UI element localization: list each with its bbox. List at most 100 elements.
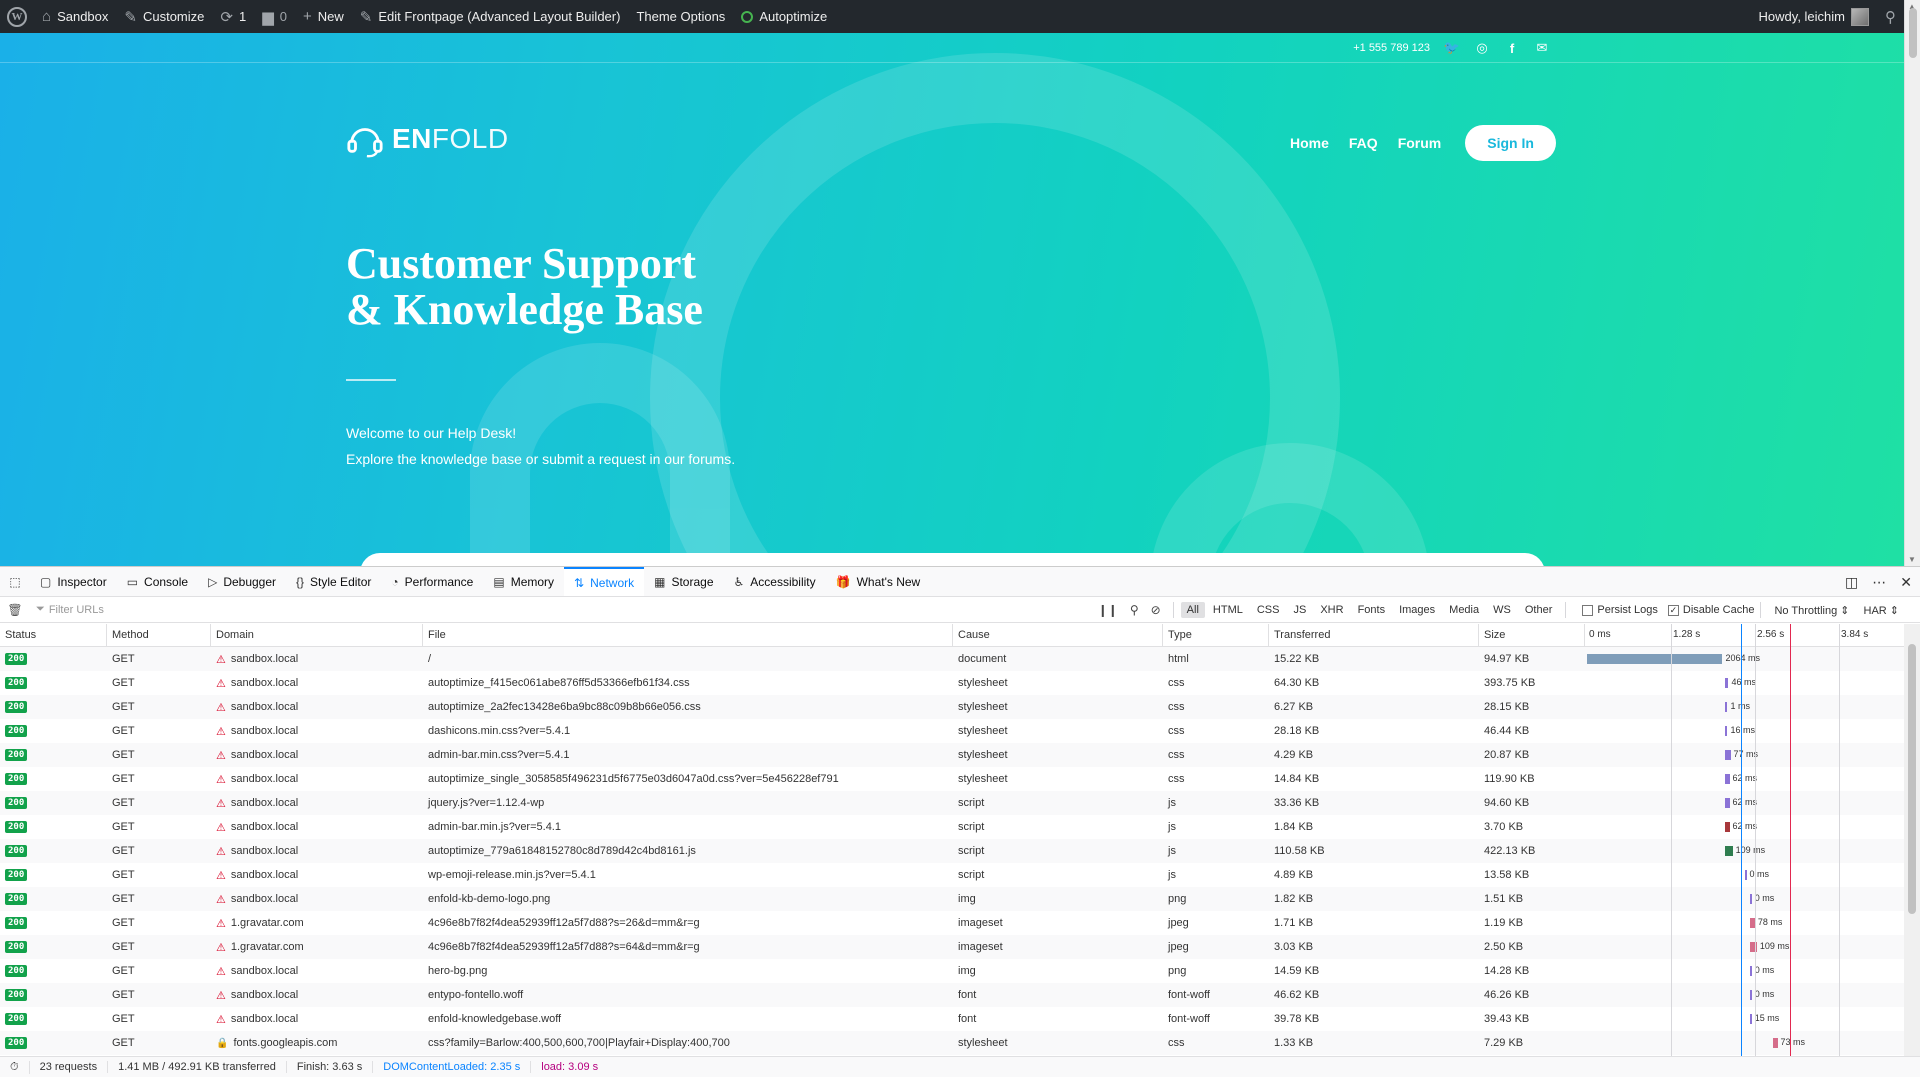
domain-text: sandbox.local — [230, 653, 299, 665]
more-options-icon[interactable]: ⋯ — [1872, 574, 1886, 591]
method-cell: GET — [112, 989, 135, 1001]
requests-scrollbar[interactable] — [1904, 624, 1920, 1057]
tab-memory[interactable]: ▤ Memory — [483, 567, 564, 596]
comment-icon: ▆ — [262, 8, 274, 26]
table-row[interactable]: 200 GET ⚠ sandbox.local entypo-fontello.woff… — [0, 983, 1904, 1007]
tab-style-editor[interactable]: {} Style Editor — [286, 567, 381, 596]
hero-search-field[interactable] — [360, 553, 1545, 566]
table-row[interactable]: 200 GET ⚠ sandbox.local autoptimize_779a6184… — [0, 839, 1904, 863]
header-type[interactable]: Type — [1163, 624, 1269, 646]
filter-media[interactable]: Media — [1443, 602, 1485, 618]
header-file[interactable]: File — [423, 624, 953, 646]
updates-button[interactable]: ⟳ 1 — [212, 0, 254, 33]
header-cause[interactable]: Cause — [953, 624, 1163, 646]
table-row[interactable]: 200 GET ⚠ sandbox.local enfold-knowledgebase… — [0, 1007, 1904, 1031]
new-content-button[interactable]: + New — [295, 0, 352, 33]
filter-urls-input[interactable]: ⏷ Filter URLs — [36, 603, 104, 616]
table-row[interactable]: 200 GET 🔒 fonts.googleapis.com css?family=Ba… — [0, 1031, 1904, 1055]
transferred-cell: 14.59 KB — [1274, 965, 1320, 977]
pause-icon[interactable]: ❙❙ — [1098, 603, 1118, 617]
filter-fonts[interactable]: Fonts — [1352, 602, 1392, 618]
site-name-button[interactable]: ⌂ Sandbox — [34, 0, 116, 33]
filter-images[interactable]: Images — [1393, 602, 1441, 618]
nav-faq[interactable]: FAQ — [1339, 135, 1388, 151]
table-row[interactable]: 200 GET ⚠ sandbox.local admin-bar.min.css?ve… — [0, 743, 1904, 767]
throttling-select[interactable]: No Throttling ⇕ — [1768, 602, 1855, 619]
filter-all[interactable]: All — [1180, 602, 1205, 618]
table-row[interactable]: 200 GET ⚠ sandbox.local autoptimize_single_3… — [0, 767, 1904, 791]
table-row[interactable]: 200 GET ⚠ sandbox.local hero-bg.png img png 14.… — [0, 959, 1904, 983]
close-icon[interactable]: ✕ — [1900, 574, 1912, 591]
header-method[interactable]: Method — [107, 624, 211, 646]
tab-network[interactable]: ⇅ Network — [564, 567, 645, 596]
table-row[interactable]: 200 GET ⚠ 1.gravatar.com 4c96e8b7f82f4dea529… — [0, 935, 1904, 959]
table-row[interactable]: 200 GET ⚠ sandbox.local admin-bar.min.js?ver… — [0, 815, 1904, 839]
mail-icon[interactable]: ✉ — [1534, 40, 1550, 55]
page-scroll-thumb[interactable] — [1909, 8, 1917, 58]
dock-side-icon[interactable]: ◫ — [1845, 574, 1858, 591]
tab-storage[interactable]: ▦ Storage — [644, 567, 723, 596]
har-menu[interactable]: HAR ⇕ — [1858, 602, 1906, 619]
timing-label: 15 ms — [1754, 1013, 1780, 1023]
table-row[interactable]: 200 GET ⚠ sandbox.local enfold-kb-demo-logo.… — [0, 887, 1904, 911]
block-icon[interactable]: ⊘ — [1151, 603, 1161, 617]
comments-button[interactable]: ▆ 0 — [254, 0, 295, 33]
requests-scroll-thumb[interactable] — [1908, 644, 1916, 914]
persist-logs-checkbox[interactable]: Persist Logs — [1582, 604, 1658, 616]
filter-other[interactable]: Other — [1519, 602, 1559, 618]
wp-admin-bar: W ⌂ Sandbox ✎ Customize ⟳ 1 ▆ 0 + New ✎ … — [0, 0, 1904, 33]
load-line — [1789, 624, 1791, 1057]
status-cell: 200 — [0, 671, 107, 695]
filter-js[interactable]: JS — [1287, 602, 1312, 618]
tab-console[interactable]: ▭ Console — [117, 567, 198, 596]
filter-xhr[interactable]: XHR — [1314, 602, 1349, 618]
timing-label: 46 ms — [1731, 677, 1756, 687]
table-row[interactable]: 200 GET ⚠ sandbox.local autoptimize_f415ec06… — [0, 671, 1904, 695]
clear-trash-icon[interactable]: 🗑 — [0, 603, 30, 617]
filter-ws[interactable]: WS — [1487, 602, 1517, 618]
tab-inspector[interactable]: ▢ Inspector — [30, 567, 117, 596]
tab-performance[interactable]: ◔ Performance — [381, 567, 483, 596]
nav-home[interactable]: Home — [1280, 135, 1339, 151]
tab-debugger[interactable]: ▷ Debugger — [198, 567, 286, 596]
site-logo[interactable]: EN FOLD — [346, 119, 509, 159]
filter-html[interactable]: HTML — [1207, 602, 1249, 618]
page-scrollbar[interactable]: ▲ ▼ — [1904, 0, 1920, 566]
element-picker-button[interactable]: ⬚ — [0, 567, 30, 596]
sign-in-button[interactable]: Sign In — [1465, 125, 1556, 161]
dribbble-icon[interactable]: ◎ — [1474, 40, 1490, 55]
facebook-icon[interactable]: f — [1504, 41, 1520, 56]
admin-search-button[interactable]: ⚲ — [1877, 0, 1904, 33]
header-domain[interactable]: Domain — [211, 624, 423, 646]
method-cell: GET — [112, 749, 135, 761]
table-row[interactable]: 200 GET ⚠ sandbox.local jquery.js?ver=1.12.4… — [0, 791, 1904, 815]
header-status[interactable]: Status — [0, 624, 107, 646]
table-row[interactable]: 200 GET ⚠ sandbox.local / document html 15.22 K… — [0, 647, 1904, 671]
headset-logo-icon — [347, 128, 383, 158]
nav-forum[interactable]: Forum — [1388, 135, 1452, 151]
customize-button[interactable]: ✎ Customize — [116, 0, 212, 33]
my-account-button[interactable]: Howdy, leichim — [1751, 0, 1877, 33]
size-cell: 94.60 KB — [1484, 797, 1530, 809]
twitter-icon[interactable]: 🐦 — [1444, 40, 1460, 55]
tab-accessibility[interactable]: ♿ Accessibility — [724, 567, 826, 596]
header-size[interactable]: Size — [1479, 624, 1585, 646]
timeline-tick: 3.84 s — [1841, 629, 1869, 640]
status-badge: 200 — [5, 677, 28, 689]
disable-cache-checkbox[interactable]: ✓ Disable Cache — [1667, 604, 1754, 616]
search-icon[interactable]: ⚲ — [1130, 603, 1139, 617]
header-waterfall[interactable]: 0 ms 1.28 s 2.56 s 3.84 s — [1585, 624, 1904, 646]
stopwatch-icon[interactable]: ⏱ — [0, 1060, 30, 1074]
table-row[interactable]: 200 GET ⚠ sandbox.local dashicons.min.css?ve… — [0, 719, 1904, 743]
table-row[interactable]: 200 GET ⚠ 1.gravatar.com 4c96e8b7f82f4dea529… — [0, 911, 1904, 935]
tab-whats-new[interactable]: 🎁 What's New — [826, 567, 931, 596]
timing-bar — [1725, 726, 1728, 736]
wordpress-logo-button[interactable]: W — [0, 0, 34, 33]
table-row[interactable]: 200 GET ⚠ sandbox.local autoptimize_2a2fec13… — [0, 695, 1904, 719]
theme-options-button[interactable]: Theme Options — [628, 0, 733, 33]
edit-page-button[interactable]: ✎ Edit Frontpage (Advanced Layout Builde… — [352, 0, 629, 33]
filter-css[interactable]: CSS — [1251, 602, 1286, 618]
table-row[interactable]: 200 GET ⚠ sandbox.local wp-emoji-release.min… — [0, 863, 1904, 887]
autoptimize-button[interactable]: Autoptimize — [733, 0, 835, 33]
header-transferred[interactable]: Transferred — [1269, 624, 1479, 646]
